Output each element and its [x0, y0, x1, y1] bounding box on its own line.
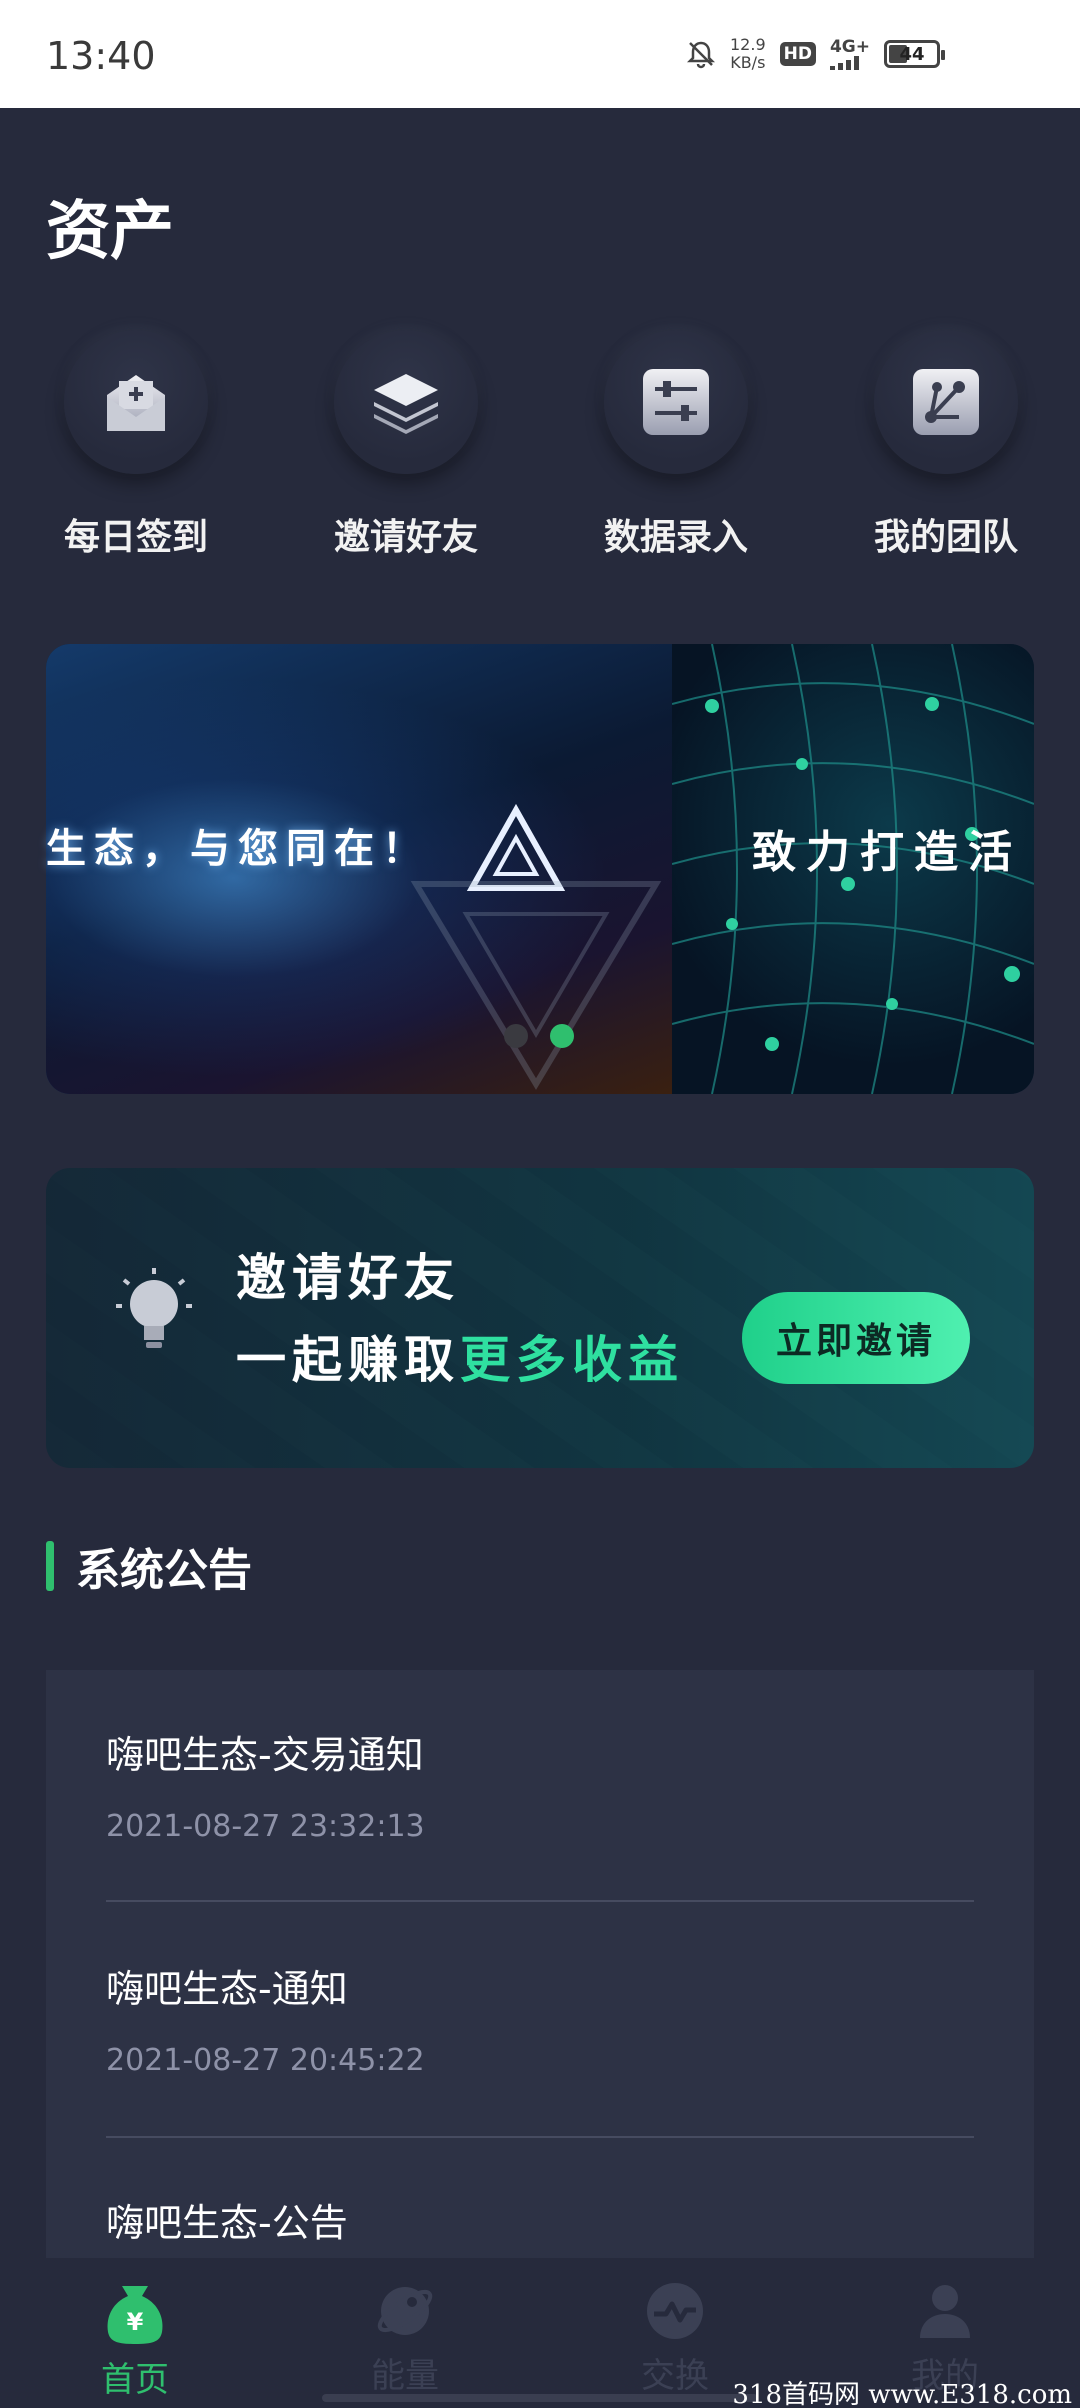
action-label: 邀请好友	[333, 517, 478, 558]
carousel-indicator	[504, 1024, 574, 1048]
nav-label: 能量	[371, 2356, 439, 2396]
section-title: 系统公告	[76, 1545, 252, 1596]
notice-title: 嗨吧生态-交易通知	[106, 1733, 424, 1777]
list-item[interactable]: 嗨吧生态-通知 2021-08-27 20:45:22	[106, 1958, 974, 2078]
status-bar: 13:40 12.9 KB/s HD 4G+ 44	[0, 0, 1080, 108]
planet-icon	[377, 2287, 433, 2335]
divider	[106, 1900, 974, 1902]
notice-time: 2021-08-27 20:45:22	[106, 2043, 425, 2078]
network-speed: 12.9 KB/s	[730, 35, 766, 72]
battery-level: 44	[899, 43, 925, 65]
carousel-dot[interactable]	[504, 1024, 528, 1048]
status-time: 13:40	[46, 34, 156, 78]
sliders-icon	[643, 369, 709, 435]
list-item[interactable]: 嗨吧生态-交易通知 2021-08-27 23:32:13	[106, 1724, 974, 1844]
home-indicator[interactable]	[322, 2394, 758, 2402]
battery-icon: 44	[884, 40, 945, 68]
layers-icon	[374, 374, 438, 434]
invite-banner[interactable]: 邀请好友 一起赚取更多收益 立即邀请	[46, 1168, 1034, 1468]
invite-subline: 一起赚取更多收益	[236, 1331, 684, 1389]
list-item[interactable]: 嗨吧生态-公告	[106, 2192, 974, 2247]
invite-highlight: 更多收益	[460, 1331, 684, 1389]
triangle-watermark-icon	[410, 881, 662, 1090]
team-share-icon	[913, 369, 979, 435]
slide-caption: 致力打造活	[752, 827, 1022, 878]
watermark: 318首码网 www.E318.com	[732, 2380, 1072, 2408]
nav-label: 首页	[101, 2360, 169, 2400]
notice-title: 嗨吧生态-通知	[106, 1967, 348, 2011]
notice-title: 嗨吧生态-公告	[106, 2201, 348, 2245]
signal-bars-icon	[829, 55, 859, 70]
action-my-team[interactable]: 我的团队	[856, 330, 1036, 560]
action-invite-friends[interactable]: 邀请好友	[316, 330, 496, 560]
invite-headline: 邀请好友	[236, 1249, 460, 1307]
hd-badge: HD	[779, 42, 816, 66]
nav-item-energy[interactable]: 能量	[270, 2258, 540, 2408]
signal-indicator: 4G+	[829, 38, 870, 70]
action-label: 每日签到	[63, 517, 208, 558]
user-icon	[920, 2285, 970, 2338]
action-data-entry[interactable]: 数据录入	[586, 330, 766, 560]
action-label: 我的团队	[873, 517, 1018, 558]
mail-plus-icon	[107, 375, 165, 431]
lightbulb-icon	[116, 1268, 192, 1348]
section-accent-bar	[46, 1541, 54, 1591]
nav-label: 交换	[641, 2356, 709, 2396]
carousel-dot-active[interactable]	[550, 1024, 574, 1048]
slide-caption: 生态，与您同在！	[46, 826, 430, 872]
announcement-list: 嗨吧生态-交易通知 2021-08-27 23:32:13 嗨吧生态-通知 20…	[46, 1670, 1034, 2270]
action-label: 数据录入	[603, 517, 748, 558]
action-daily-checkin[interactable]: 每日签到	[46, 330, 226, 560]
nav-item-home[interactable]: ¥ 首页	[0, 2258, 270, 2408]
money-bag-icon: ¥	[107, 2286, 163, 2344]
quick-actions: 每日签到 邀请好友 数据录入 我的团队	[46, 330, 1036, 560]
page-title: 资产	[46, 195, 174, 269]
svg-text:¥: ¥	[127, 2308, 144, 2336]
announcements-header: 系统公告	[46, 1540, 252, 1596]
notice-time: 2021-08-27 23:32:13	[106, 1809, 425, 1844]
exchange-icon	[647, 2283, 703, 2339]
status-icons: 12.9 KB/s HD 4G+ 44	[686, 35, 945, 72]
divider	[106, 2136, 974, 2138]
invite-now-button[interactable]: 立即邀请	[742, 1292, 970, 1384]
mute-bell-icon	[686, 41, 716, 69]
